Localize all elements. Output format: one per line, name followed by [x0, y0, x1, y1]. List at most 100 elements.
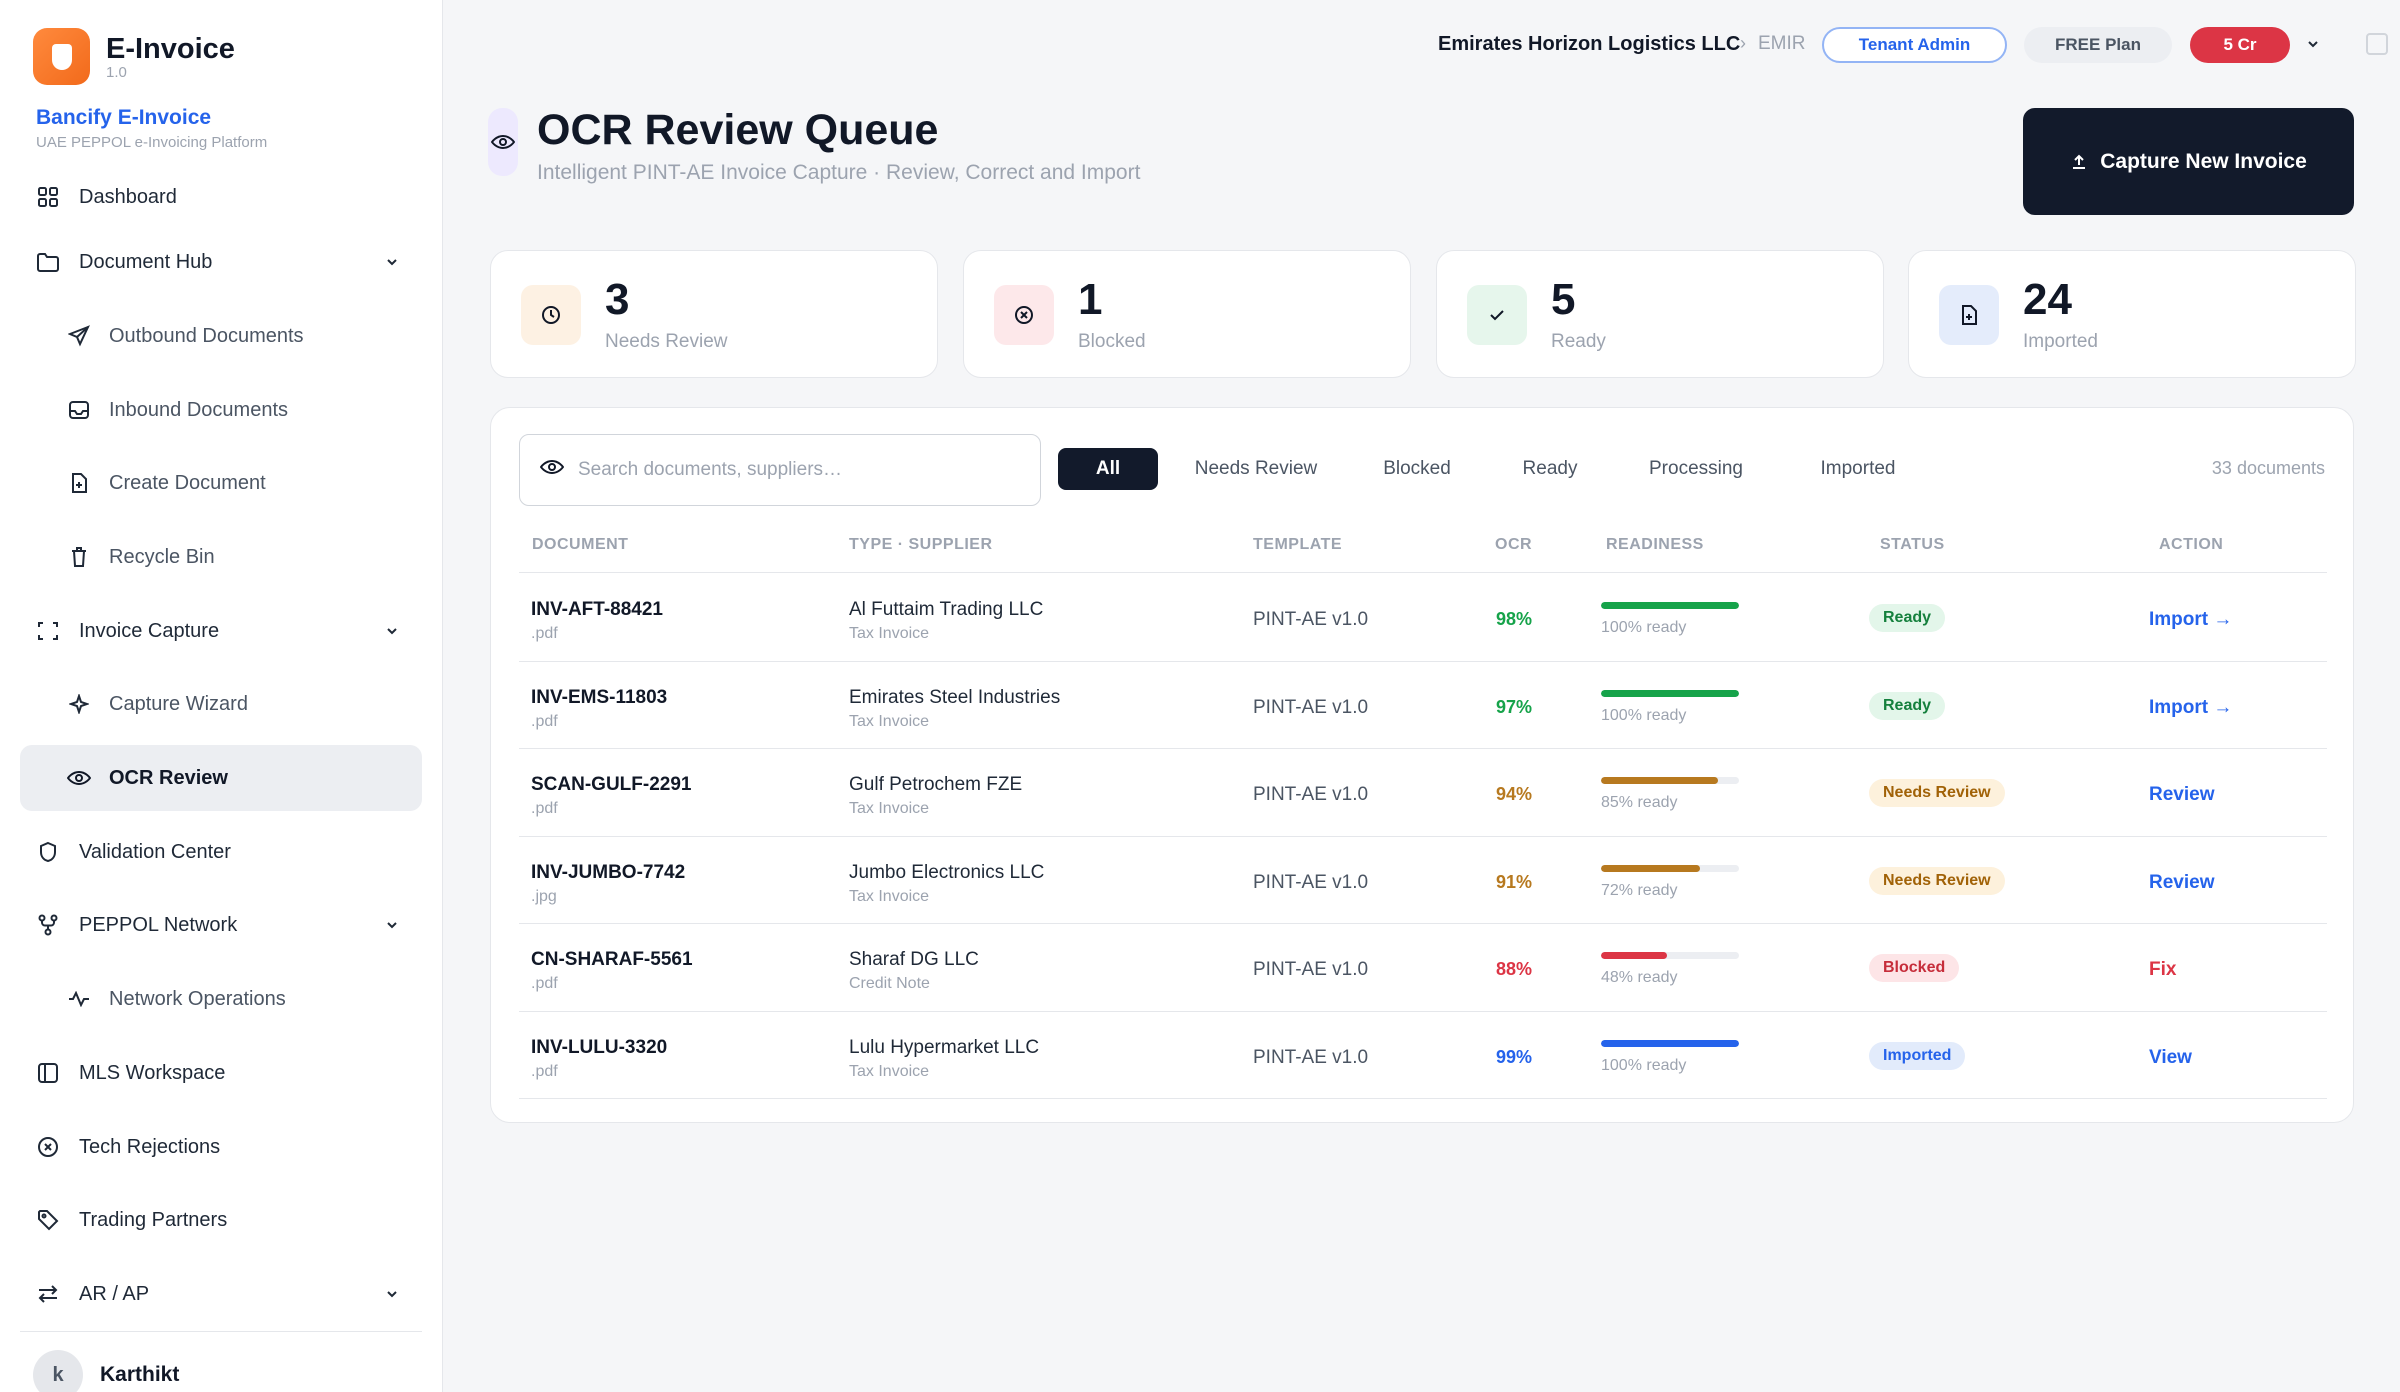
document-id[interactable]: INV-EMS-11803 [531, 687, 667, 709]
readiness-bar-fill [1601, 689, 1739, 697]
capture-new-invoice-button[interactable]: Capture New Invoice [2023, 108, 2354, 215]
row-action-link[interactable]: View [2149, 1047, 2192, 1069]
sidebar-item-outbound[interactable]: Outbound Documents [20, 303, 422, 369]
document-id[interactable]: INV-JUMBO-7742 [531, 862, 685, 884]
brand[interactable]: E-Invoice 1.0 [33, 28, 235, 85]
stat-card-ready[interactable]: 5 Ready [1436, 250, 1884, 378]
ocr-confidence: 91% [1496, 871, 1533, 892]
filter-tab-blocked[interactable]: Blocked [1356, 448, 1478, 490]
stat-label: Needs Review [605, 331, 728, 352]
document-id[interactable]: CN-SHARAF-5561 [531, 949, 693, 971]
column-header-type-supplier[interactable]: TYPE · SUPPLIER [849, 536, 993, 554]
sidebar-item-label: Recycle Bin [109, 545, 215, 568]
chevron-down-icon[interactable] [384, 623, 400, 639]
sidebar-item-validation-center[interactable]: Validation Center [20, 819, 422, 885]
sidebar-item-ar-ap[interactable]: AR / AP [20, 1261, 422, 1327]
document-id[interactable]: INV-AFT-88421 [531, 599, 663, 621]
row-action-link[interactable]: Review [2149, 872, 2214, 894]
document-type: Tax Invoice [849, 800, 930, 817]
chevron-down-icon[interactable] [384, 254, 400, 270]
role-badge[interactable]: Tenant Admin [1822, 27, 2007, 63]
table-row[interactable]: SCAN-GULF-2291 .pdf Gulf Petrochem FZE Tax … [519, 748, 2327, 836]
template-version: PINT-AE v1.0 [1253, 696, 1369, 718]
sidebar-item-dashboard[interactable]: Dashboard [20, 164, 422, 230]
search-box[interactable] [519, 434, 1041, 506]
network-icon [36, 913, 60, 937]
document-type: Tax Invoice [849, 712, 930, 730]
filter-tab-processing[interactable]: Processing [1621, 448, 1771, 490]
sidebar-item-peppol-network[interactable]: PEPPOL Network [20, 892, 422, 958]
table-row[interactable]: INV-EMS-11803 .pdf Emirates Steel Industri… [519, 661, 2327, 749]
user-profile[interactable]: k Karthikt [33, 1350, 179, 1392]
sidebar-item-recycle-bin[interactable]: Recycle Bin [20, 524, 422, 590]
column-header-action[interactable]: ACTION [2159, 536, 2223, 554]
column-header-document[interactable]: DOCUMENT [532, 536, 628, 554]
table-row[interactable]: INV-JUMBO-7742 .jpg Jumbo Electronics LLC T… [519, 836, 2327, 924]
column-header-ocr[interactable]: OCR [1495, 536, 1532, 554]
avatar: k [33, 1350, 83, 1392]
row-action-link[interactable]: Import → [2149, 697, 2232, 719]
chevron-down-icon[interactable] [384, 917, 400, 933]
filter-tab-all[interactable]: All [1058, 448, 1158, 490]
status-badge: Ready [1869, 691, 1946, 720]
document-id[interactable]: SCAN-GULF-2291 [531, 774, 691, 796]
sidebar-item-tech-rejections[interactable]: Tech Rejections [20, 1114, 422, 1180]
column-header-readiness[interactable]: READINESS [1606, 536, 1704, 554]
documents-panel: All Needs Review Blocked Ready Processin… [490, 407, 2354, 1123]
stat-value: 5 [1551, 275, 1576, 324]
arrows-swap-icon [36, 1282, 60, 1306]
panel-toggle-icon[interactable] [2366, 33, 2388, 55]
stat-value: 24 [2023, 275, 2072, 324]
folder-icon [36, 250, 60, 274]
tenant-name[interactable]: Emirates Horizon Logistics LLC [1438, 33, 1740, 56]
sidebar-item-network-operations[interactable]: Network Operations [20, 966, 422, 1032]
send-icon [67, 324, 91, 348]
sidebar-panel-icon [36, 1061, 60, 1085]
document-id[interactable]: INV-LULU-3320 [531, 1037, 667, 1059]
search-input[interactable] [578, 453, 1018, 487]
table-row[interactable]: INV-AFT-88421 .pdf Al Futtaim Trading LLC T… [519, 573, 2327, 661]
sidebar-item-document-hub[interactable]: Document Hub [20, 229, 422, 295]
file-plus-icon [67, 471, 91, 495]
sidebar-item-label: Invoice Capture [79, 619, 220, 642]
column-header-status[interactable]: STATUS [1880, 536, 1945, 554]
table-row[interactable]: CN-SHARAF-5561 .pdf Sharaf DG LLC Credit No… [519, 923, 2327, 1011]
sidebar-item-inbound[interactable]: Inbound Documents [20, 377, 422, 443]
stat-label: Imported [2023, 331, 2098, 352]
chevron-down-icon[interactable] [2306, 36, 2324, 54]
table-row[interactable]: INV-LULU-3320 .pdf Lulu Hypermarket LLC Tax… [519, 1011, 2327, 1099]
clock-icon [521, 285, 581, 345]
file-extension: .jpg [531, 887, 557, 905]
column-header-template[interactable]: TEMPLATE [1253, 536, 1342, 554]
readiness-bar [1601, 602, 1739, 609]
stat-card-blocked[interactable]: 1 Blocked [963, 250, 1411, 378]
filter-tab-ready[interactable]: Ready [1498, 448, 1602, 490]
readiness-text: 85% ready [1601, 794, 1678, 811]
readiness-bar-fill [1601, 602, 1739, 609]
grid-icon [36, 185, 60, 209]
filter-tab-imported[interactable]: Imported [1789, 448, 1927, 490]
sidebar-item-capture-wizard[interactable]: Capture Wizard [20, 671, 422, 737]
sidebar-item-create-document[interactable]: Create Document [20, 450, 422, 516]
status-badge: Blocked [1869, 954, 1960, 982]
supplier-name: Al Futtaim Trading LLC [849, 599, 1044, 620]
sidebar: E-Invoice 1.0 Bancify E-Invoice UAE PEPP… [0, 0, 443, 1392]
stat-card-needs-review[interactable]: 3 Needs Review [490, 250, 938, 378]
sidebar-item-trading-partners[interactable]: Trading Partners [20, 1187, 422, 1253]
row-action-link[interactable]: Import → [2149, 609, 2232, 631]
sidebar-item-mls-workspace[interactable]: MLS Workspace [20, 1040, 422, 1106]
x-circle-icon [36, 1135, 60, 1159]
sidebar-item-invoice-capture[interactable]: Invoice Capture [20, 598, 422, 664]
shield-icon [36, 840, 60, 864]
sidebar-item-ocr-review[interactable]: OCR Review [20, 745, 422, 811]
chevron-down-icon[interactable] [384, 1286, 400, 1302]
stat-label: Ready [1551, 331, 1606, 352]
document-type: Tax Invoice [849, 1062, 930, 1080]
row-action-link[interactable]: Fix [2149, 959, 2176, 981]
plan-badge[interactable]: FREE Plan [2024, 27, 2172, 63]
stat-card-imported[interactable]: 24 Imported [1908, 250, 2356, 378]
filter-tab-needs-review[interactable]: Needs Review [1175, 448, 1337, 490]
row-divider [519, 1098, 2327, 1099]
credits-badge[interactable]: 5 Cr [2190, 27, 2290, 63]
row-action-link[interactable]: Review [2149, 784, 2214, 806]
